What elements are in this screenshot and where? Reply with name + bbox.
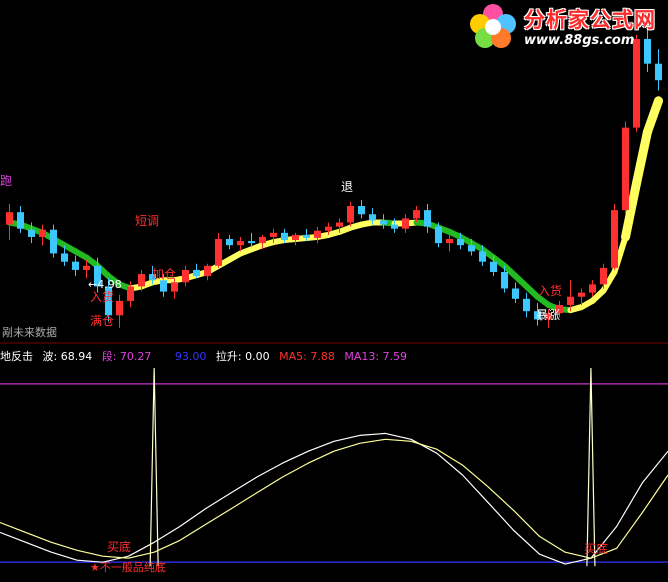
- candle-body: [621, 127, 630, 211]
- indicator-status-bar: 地反击 波: 68.94 段: 70.27 93.00 拉升: 0.00 MA5…: [0, 348, 413, 364]
- ma5-value: MA5: 7.88: [279, 350, 335, 363]
- wave-value: 波: 68.94: [42, 350, 93, 363]
- buy-bottom-label-left: 买底: [107, 540, 132, 554]
- candle-body: [82, 265, 91, 270]
- candle-body: [412, 210, 421, 219]
- ma-ribbon-segment: [643, 96, 663, 137]
- candle-body: [49, 229, 58, 254]
- candle-body: [390, 224, 399, 229]
- pull-up-value: 拉升: 0.00: [215, 350, 270, 363]
- candle-body: [324, 226, 333, 231]
- candle-body: [60, 253, 69, 262]
- full-position-label: 满仓: [90, 314, 115, 328]
- in-stock-label-right: 入货: [538, 284, 563, 298]
- in-stock-label-left: 入货: [90, 290, 115, 304]
- candle-body: [522, 298, 531, 312]
- ma13-value: MA13: 7.59: [344, 350, 408, 363]
- oscillator-line-wave: [0, 432, 668, 565]
- candle-body: [632, 38, 641, 128]
- candle-body: [445, 239, 454, 244]
- buy-bottom-label-right: 买底: [584, 542, 609, 556]
- candle-body: [346, 206, 355, 223]
- candle-body: [115, 300, 124, 316]
- candle-body: [181, 269, 190, 283]
- surge-label: 暴涨: [536, 308, 561, 322]
- candle-body: [137, 274, 146, 287]
- candle-body: [599, 267, 608, 285]
- candle-body: [654, 63, 663, 81]
- no-future-data-label: 剐未来数据: [2, 326, 57, 339]
- candle-body: [71, 261, 80, 270]
- candle-body: [467, 245, 476, 252]
- candle-body: [434, 226, 443, 244]
- oscillator-line-segment: [0, 438, 668, 559]
- flower-icon: [470, 4, 516, 48]
- candle-body: [401, 218, 410, 229]
- candle-body: [258, 236, 267, 244]
- site-name: 分析家公式网: [524, 8, 656, 32]
- candle-body: [313, 230, 322, 238]
- candle-body: [236, 241, 245, 246]
- candle-body: [247, 241, 256, 244]
- candle-body: [478, 251, 487, 262]
- candle-body: [302, 234, 311, 238]
- star-note-label: ★不一般品纯底: [90, 561, 166, 574]
- candle-body: [610, 210, 619, 268]
- candle-body: [214, 239, 223, 266]
- indicator-name: 地反击: [0, 350, 33, 363]
- oscillator-panel: [0, 367, 668, 567]
- candle-body: [280, 232, 289, 241]
- candle-body: [126, 286, 135, 301]
- candle-body: [291, 234, 300, 241]
- site-url: www.88gs.com: [524, 33, 635, 48]
- blue-line-value: 93.00: [174, 350, 207, 363]
- ma-ribbon-segment: [632, 127, 652, 188]
- add-position-label: 加仓: [152, 267, 177, 281]
- candle-body: [5, 212, 14, 225]
- candle-body: [456, 239, 465, 246]
- candle-body: [269, 232, 278, 237]
- candle-body: [192, 269, 201, 277]
- candle-body: [203, 265, 212, 277]
- candle-body: [38, 229, 47, 237]
- short-adjust-label: 短调: [135, 214, 160, 228]
- candle-body: [170, 282, 179, 292]
- segment-value: 段: 70.27: [101, 350, 152, 363]
- candle-body: [335, 222, 344, 227]
- candle-body: [566, 296, 575, 305]
- candle-body: [225, 239, 234, 246]
- run-label: 跑: [0, 174, 13, 188]
- candle-body: [500, 272, 509, 289]
- candle-body: [588, 284, 597, 293]
- candle-body: [357, 206, 366, 215]
- candle-body: [423, 210, 432, 227]
- candle-body: [368, 214, 377, 221]
- candle-body: [511, 288, 520, 299]
- site-logo: 分析家公式网 www.88gs.com: [466, 2, 664, 52]
- candle-body: [577, 292, 586, 297]
- signal-spike: [586, 367, 596, 567]
- signal-spike: [149, 367, 159, 567]
- candle-body: [489, 261, 498, 272]
- candle-body: [16, 212, 25, 229]
- candle-body: [379, 220, 388, 225]
- exit-label: 退: [341, 180, 354, 194]
- candle-body: [27, 229, 36, 237]
